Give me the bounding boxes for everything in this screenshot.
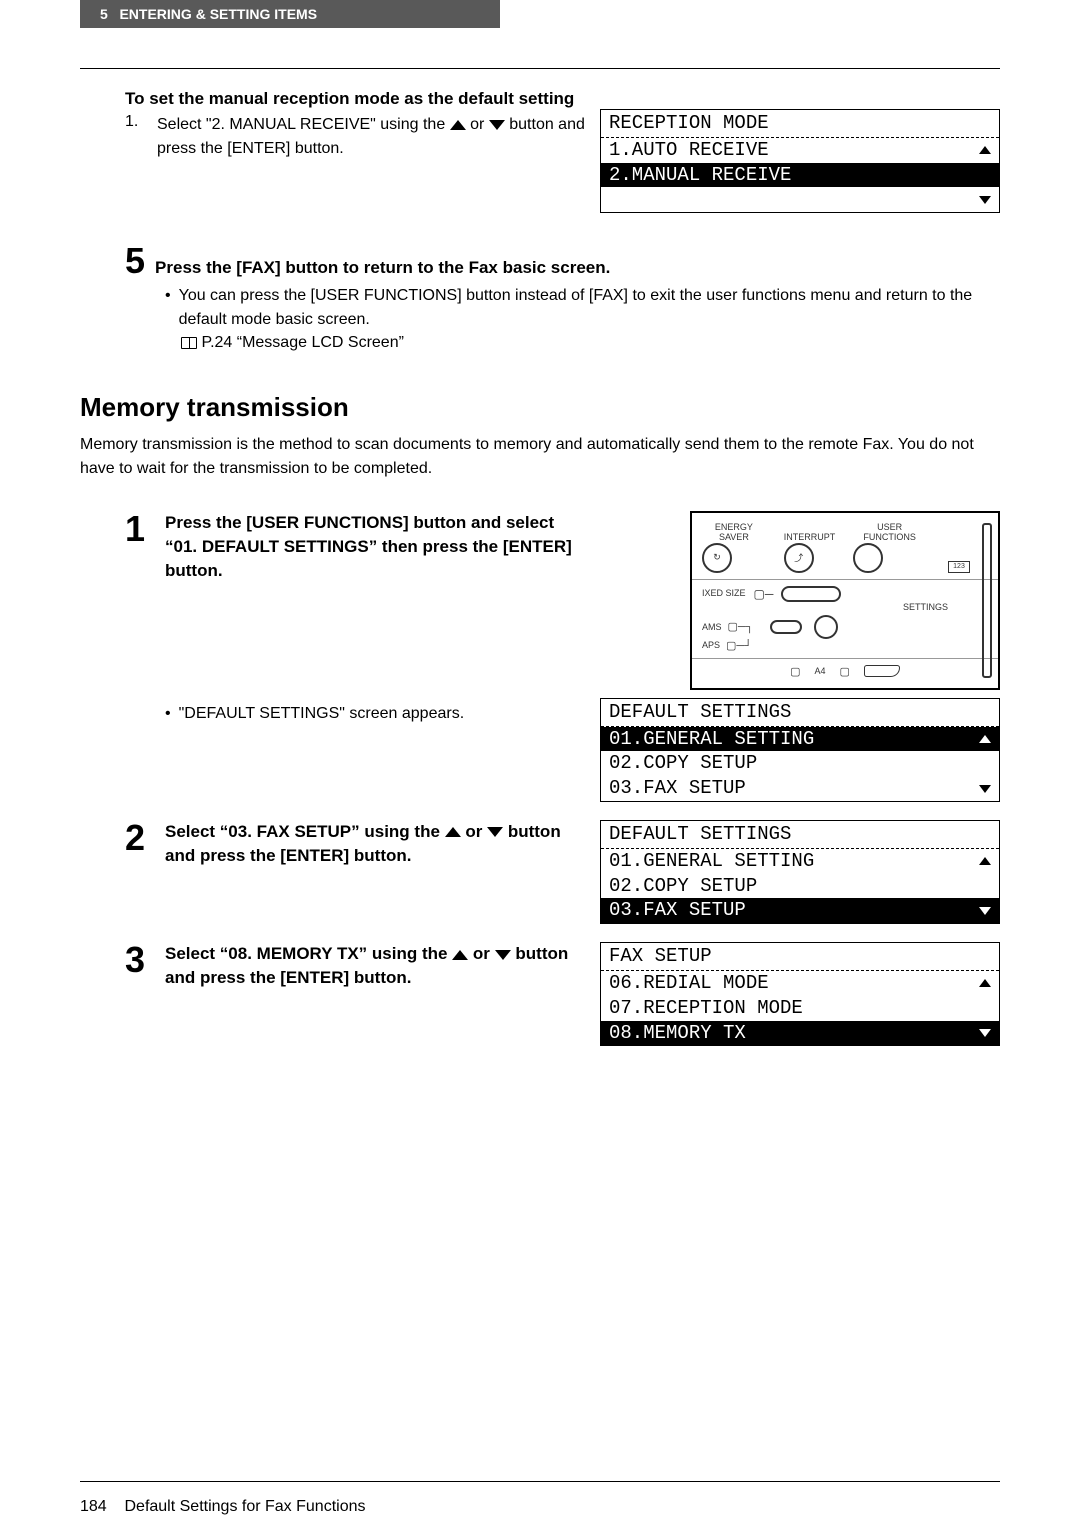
up-arrow-icon	[979, 857, 991, 865]
step-number-5: 5	[125, 243, 145, 279]
up-arrow-icon	[979, 979, 991, 987]
down-arrow-icon	[979, 785, 991, 793]
step1-bullet: • "DEFAULT SETTINGS" screen appears.	[165, 702, 590, 726]
step1-instruction: Press the [USER FUNCTIONS] button and se…	[165, 511, 590, 582]
up-arrow-icon	[450, 120, 466, 130]
lcd-row-auto-receive: 1.AUTO RECEIVE	[601, 138, 999, 163]
footer-title: Default Settings for Fax Functions	[124, 1498, 365, 1515]
text-a: Select “03. FAX SETUP” using the	[165, 822, 445, 841]
step5-title: Press the [FAX] button to return to the …	[155, 256, 610, 280]
energy-saver-button: ↻	[702, 543, 732, 573]
up-arrow-icon	[979, 146, 991, 154]
lcd-row-text: 02.COPY SETUP	[609, 752, 757, 775]
text-b: or	[465, 822, 487, 841]
settings-label: SETTINGS	[702, 602, 948, 612]
lcd-title-text: DEFAULT SETTINGS	[609, 823, 791, 846]
lcd-title-text: RECEPTION MODE	[609, 112, 769, 135]
lcd-default-settings-2: DEFAULT SETTINGS 01.GENERAL SETTING 02.C…	[600, 820, 1000, 924]
step5-bullet-text: You can press the [USER FUNCTIONS] butto…	[179, 284, 1000, 332]
page-number: 184	[80, 1498, 107, 1515]
interrupt-button: ⤴	[784, 543, 814, 573]
up-arrow-icon	[452, 950, 468, 960]
step2-instruction: Select “03. FAX SETUP” using the or butt…	[165, 820, 590, 868]
down-arrow-icon	[489, 120, 505, 130]
lcd-row-general: 01.GENERAL SETTING	[601, 849, 999, 874]
user-functions-label: USER FUNCTIONS	[853, 523, 926, 543]
lcd-row-reception: 07.RECEPTION MODE	[601, 996, 999, 1021]
user-functions-button	[853, 543, 883, 573]
page-footer: 184 Default Settings for Fax Functions	[80, 1498, 365, 1516]
lcd-row-fax: 03.FAX SETUP	[601, 776, 999, 801]
list-num-1: 1.	[125, 113, 145, 131]
subsection-title: To set the manual reception mode as the …	[125, 89, 1000, 109]
lcd-row-text: 08.MEMORY TX	[609, 1022, 746, 1045]
lcd-title-text: DEFAULT SETTINGS	[609, 701, 791, 724]
step5-bullet: • You can press the [USER FUNCTIONS] but…	[165, 284, 1000, 332]
header-bar: 5 ENTERING & SETTING ITEMS	[80, 0, 500, 28]
top-rule	[80, 68, 1000, 69]
panel-side-strip	[982, 523, 992, 678]
lcd-row-redial: 06.REDIAL MODE	[601, 971, 999, 996]
lcd-row-text: 2.MANUAL RECEIVE	[609, 164, 791, 187]
text-a: Select "2. MANUAL RECEIVE" using the	[157, 116, 450, 133]
lcd-row-manual-receive: 2.MANUAL RECEIVE	[601, 163, 999, 188]
down-arrow-icon	[979, 196, 991, 204]
bottom-rule	[80, 1481, 1000, 1482]
section-title-memory: Memory transmission	[80, 392, 1000, 423]
round-button	[814, 615, 838, 639]
lcd-row-copy: 02.COPY SETUP	[601, 751, 999, 776]
a4-label: A4	[814, 666, 825, 676]
lcd-row-text: 01.GENERAL SETTING	[609, 728, 814, 751]
ams-label: AMS	[702, 622, 722, 632]
down-arrow-icon	[495, 950, 511, 960]
lcd-row-general: 01.GENERAL SETTING	[601, 727, 999, 752]
lcd-row-text: 1.AUTO RECEIVE	[609, 139, 769, 162]
lcd-row-text: 07.RECEPTION MODE	[609, 997, 803, 1020]
lcd-row-text: 02.COPY SETUP	[609, 875, 757, 898]
up-arrow-icon	[979, 735, 991, 743]
down-arrow-icon	[979, 1029, 991, 1037]
lcd-title: RECEPTION MODE	[601, 110, 999, 138]
step-number-1: 1	[125, 511, 155, 547]
down-arrow-icon	[979, 907, 991, 915]
lcd-row-text: 01.GENERAL SETTING	[609, 850, 814, 873]
up-arrow-icon	[445, 827, 461, 837]
lcd-title-text: FAX SETUP	[609, 945, 712, 968]
aps-label: APS	[702, 640, 720, 650]
lcd-row-text: 03.FAX SETUP	[609, 777, 746, 800]
control-panel-diagram: ENERGY SAVER ↻ INTERRUPT ⤴ USER FUNCTION…	[690, 511, 1000, 690]
text-a: Select “08. MEMORY TX” using the	[165, 944, 452, 963]
text-b: or	[473, 944, 495, 963]
settings-bar-button	[781, 586, 841, 602]
text-b: or	[470, 116, 489, 133]
lcd-row-fax: 03.FAX SETUP	[601, 898, 999, 923]
step-number-2: 2	[125, 820, 155, 856]
interrupt-label: INTERRUPT	[784, 533, 836, 543]
rect-button	[770, 620, 802, 634]
step1-bullet-text: "DEFAULT SETTINGS" screen appears.	[179, 702, 465, 726]
lcd-fax-setup: FAX SETUP 06.REDIAL MODE 07.RECEPTION MO…	[600, 942, 1000, 1046]
down-arrow-icon	[487, 827, 503, 837]
energy-saver-label: ENERGY SAVER	[702, 523, 766, 543]
step5-ref: P.24 “Message LCD Screen”	[181, 334, 1000, 352]
lcd-reception-mode: RECEPTION MODE 1.AUTO RECEIVE 2.MANUAL R…	[600, 109, 1000, 213]
step-number-3: 3	[125, 942, 155, 978]
instruction-text: Select "2. MANUAL RECEIVE" using the or …	[157, 113, 590, 161]
section-paragraph: Memory transmission is the method to sca…	[80, 433, 1000, 481]
step3-instruction: Select “08. MEMORY TX” using the or butt…	[165, 942, 590, 990]
lcd-default-settings-1: DEFAULT SETTINGS 01.GENERAL SETTING 02.C…	[600, 698, 1000, 802]
chapter-num: 5	[100, 6, 108, 22]
lcd-row-copy: 02.COPY SETUP	[601, 874, 999, 899]
chapter-title: ENTERING & SETTING ITEMS	[119, 6, 317, 22]
ref-text: P.24 “Message LCD Screen”	[201, 334, 403, 351]
lcd-row-text: 06.REDIAL MODE	[609, 972, 769, 995]
ixed-size-label: IXED SIZE	[702, 589, 746, 598]
lcd-row-memory-tx: 08.MEMORY TX	[601, 1021, 999, 1046]
book-icon	[181, 337, 197, 349]
lcd-row-text: 03.FAX SETUP	[609, 899, 746, 922]
lcd-row-empty	[601, 187, 999, 212]
